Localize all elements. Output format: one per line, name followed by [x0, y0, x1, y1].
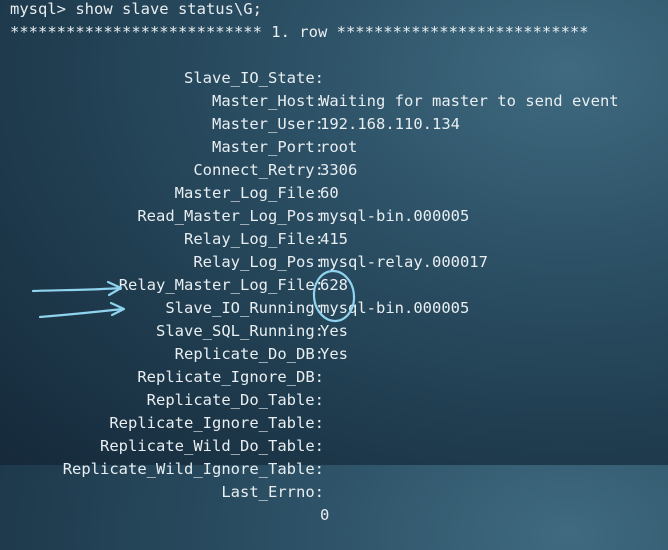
field-row: Relay_Log_File: mysql-relay.000017	[10, 205, 660, 271]
command-line: mysql> show slave status\G;	[10, 0, 262, 18]
field-row: Slave_IO_Running: Yes	[10, 274, 660, 340]
field-row: Replicate_Ignore_Table:	[10, 389, 660, 432]
field-row: Slave_IO_State: Waiting for master to se…	[10, 44, 660, 110]
row-header: *************************** 1. row *****…	[10, 23, 589, 41]
terminal-output: mysql> show slave status\G; ************…	[10, 0, 660, 524]
field-row: Replicate_Do_DB:	[10, 320, 660, 363]
field-row: Relay_Master_Log_File: mysql-bin.000005	[10, 251, 660, 317]
field-row: Slave_SQL_Running: Yes	[10, 297, 660, 363]
field-value: 0	[320, 506, 330, 524]
field-row: Connect_Retry: 60	[10, 136, 660, 202]
field-row: Relay_Log_Pos: 628	[10, 228, 660, 294]
field-row: Master_Port: 3306	[10, 113, 660, 179]
field-row: Read_Master_Log_Pos: 415	[10, 182, 660, 248]
field-row: Replicate_Ignore_DB:	[10, 343, 660, 386]
field-row: Master_User: root	[10, 90, 660, 156]
field-row: Master_Host: 192.168.110.134	[10, 67, 660, 133]
field-row: Last_Errno: 0	[10, 458, 660, 524]
field-row: Replicate_Wild_Ignore_Table:	[10, 435, 660, 478]
field-row: Replicate_Wild_Do_Table:	[10, 412, 660, 455]
field-row: Master_Log_File: mysql-bin.000005	[10, 159, 660, 225]
field-row: Replicate_Do_Table:	[10, 366, 660, 409]
field-label: Last_Errno:	[221, 483, 324, 501]
